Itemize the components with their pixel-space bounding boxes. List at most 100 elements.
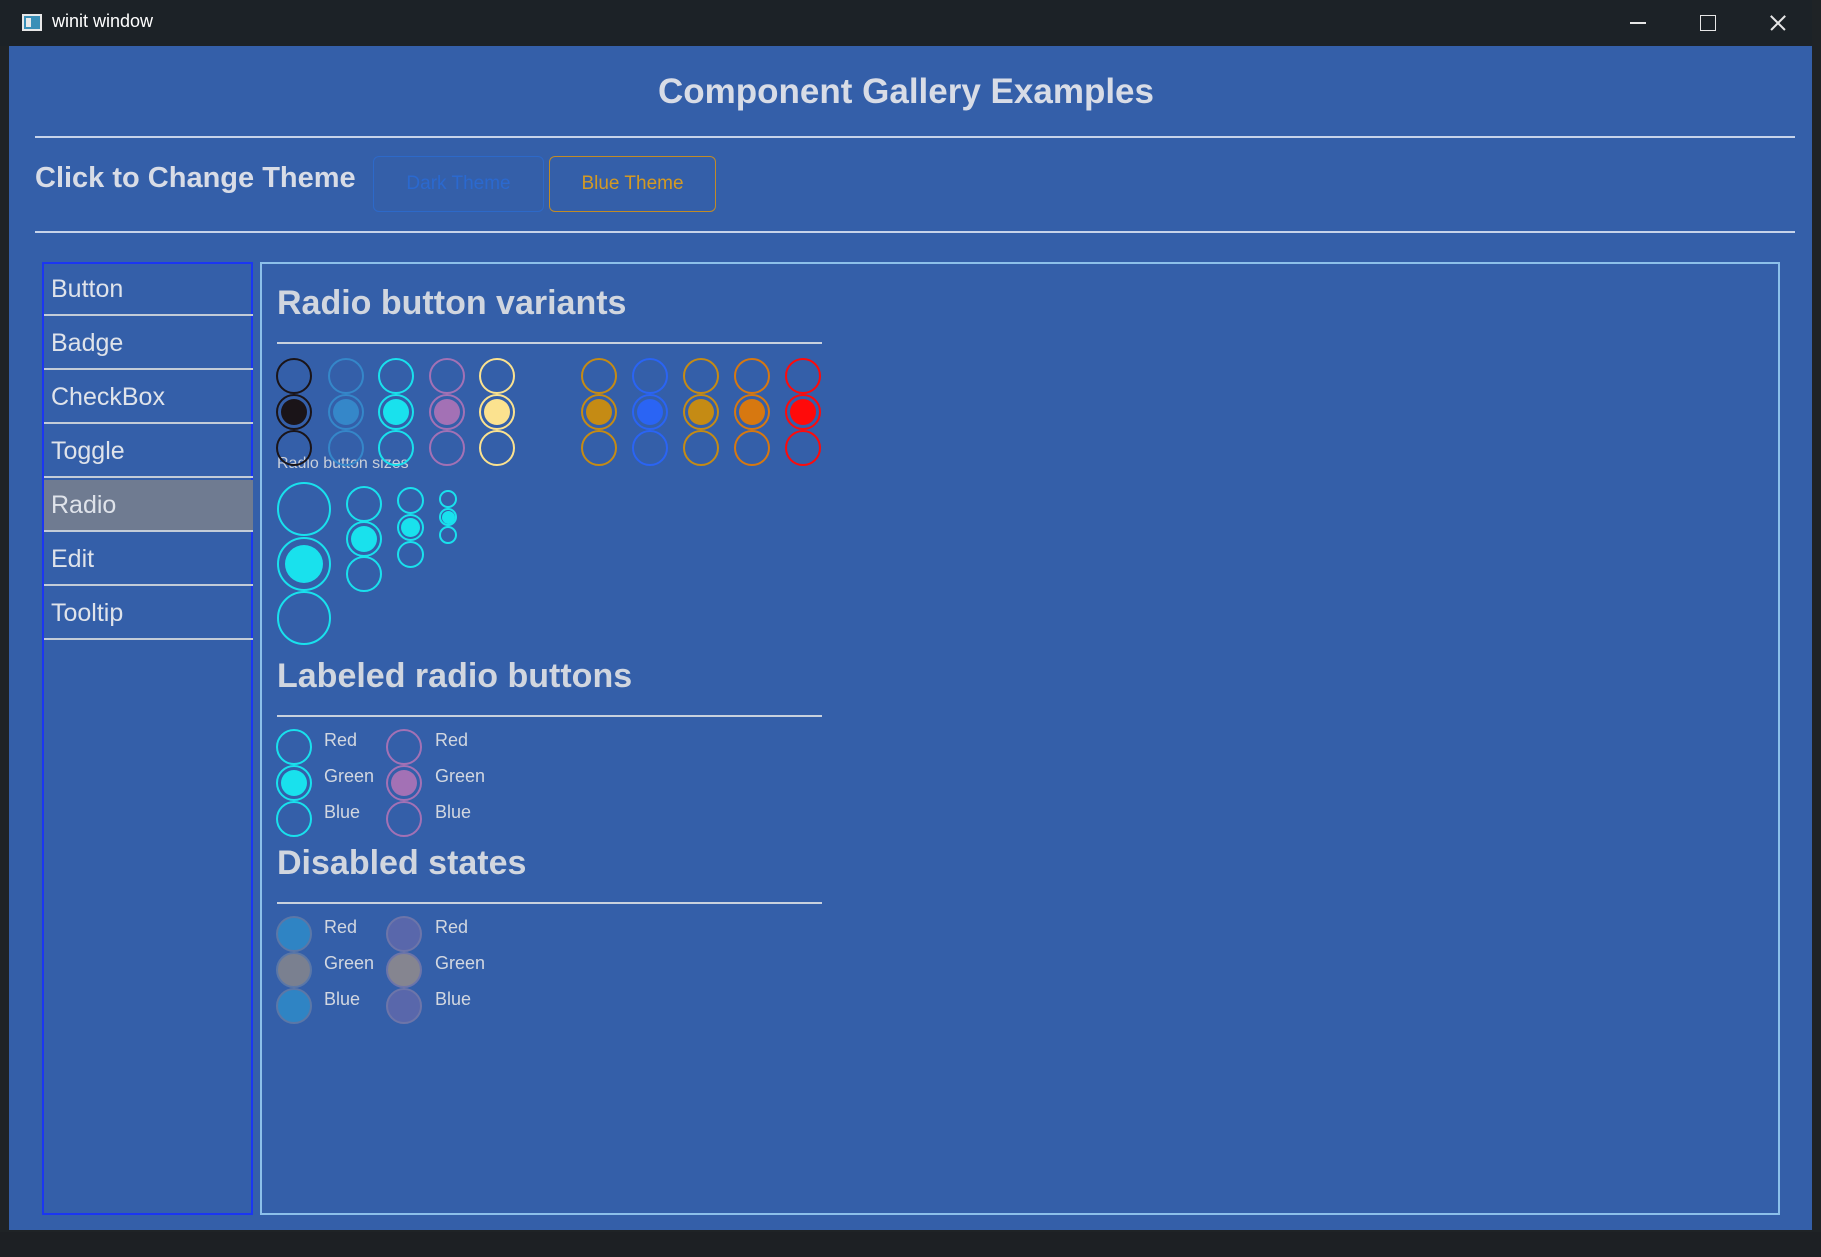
variant-radio[interactable] (632, 358, 668, 394)
variant-radio[interactable] (328, 394, 364, 430)
radio-selected-dot (484, 399, 510, 425)
size-radio[interactable] (396, 486, 424, 514)
labeled-radio-red[interactable] (386, 729, 422, 765)
sidebar-item-button[interactable]: Button (44, 264, 253, 316)
labeled-radio-green[interactable] (276, 765, 312, 801)
variant-radio[interactable] (785, 394, 821, 430)
variant-radio[interactable] (734, 430, 770, 466)
radio-label: Green (324, 766, 375, 786)
sidebar-item-checkbox[interactable]: CheckBox (44, 372, 253, 424)
component-sidebar: Button Badge CheckBox Toggle Radio Edit Toolti… (42, 262, 253, 1215)
section-divider (277, 715, 822, 717)
section-divider (277, 342, 822, 344)
variant-radio[interactable] (429, 358, 465, 394)
variant-radio[interactable] (378, 394, 414, 430)
variant-radio[interactable] (328, 358, 364, 394)
maximize-icon[interactable] (1672, 0, 1742, 46)
variant-radio[interactable] (734, 394, 770, 430)
app-window-icon (22, 14, 42, 31)
taskbar (0, 1232, 1821, 1257)
radio-label: Red (435, 730, 469, 750)
size-radio[interactable] (346, 521, 382, 557)
variant-radio[interactable] (429, 430, 465, 466)
labeled-radio-blue[interactable] (386, 801, 422, 837)
radio-label: Red (324, 917, 358, 937)
variant-radio[interactable] (734, 358, 770, 394)
size-radio[interactable] (346, 486, 382, 522)
variant-radio[interactable] (683, 394, 719, 430)
window-title: winit window (52, 11, 154, 31)
variant-radio[interactable] (581, 394, 617, 430)
radio-selected-dot (351, 526, 377, 552)
radio-selected-dot (285, 545, 323, 583)
radio-label: Green (324, 953, 375, 973)
variant-radio[interactable] (328, 430, 364, 466)
variant-radio[interactable] (479, 430, 515, 466)
disabled-radio-blue (276, 988, 312, 1024)
radio-selected-dot (400, 517, 420, 537)
variant-radio[interactable] (276, 358, 312, 394)
disabled-radio-green (276, 952, 312, 988)
radio-label: Green (435, 766, 486, 786)
radio-selected-dot (688, 399, 714, 425)
radio-selected-dot (281, 399, 307, 425)
variant-radio[interactable] (429, 394, 465, 430)
sidebar-item-badge[interactable]: Badge (44, 318, 253, 370)
disabled-radio-red (276, 916, 312, 952)
labeled-radio-red[interactable] (276, 729, 312, 765)
title-bar: winit window (0, 0, 1812, 46)
radio-selected-dot (281, 770, 307, 796)
size-radio[interactable] (396, 540, 424, 568)
radio-label: Blue (435, 989, 472, 1009)
radio-selected-dot (586, 399, 612, 425)
size-radio[interactable] (439, 490, 457, 508)
radio-label: Blue (324, 802, 361, 822)
labeled-radio-green[interactable] (386, 765, 422, 801)
section-title-disabled: Disabled states (277, 844, 527, 882)
section-divider (277, 902, 822, 904)
radio-label: Red (324, 730, 358, 750)
size-radio[interactable] (277, 591, 331, 645)
variant-radio[interactable] (632, 394, 668, 430)
sidebar-item-edit[interactable]: Edit (44, 534, 253, 586)
minimize-icon[interactable] (1602, 0, 1672, 46)
blue-theme-button[interactable]: Blue Theme (549, 156, 716, 212)
labeled-radio-blue[interactable] (276, 801, 312, 837)
size-radio[interactable] (439, 508, 457, 526)
radio-label: Blue (435, 802, 472, 822)
radio-selected-dot (739, 399, 765, 425)
variant-radio[interactable] (479, 394, 515, 430)
radio-label: Red (435, 917, 469, 937)
sidebar-item-toggle[interactable]: Toggle (44, 426, 253, 478)
section-title-labeled: Labeled radio buttons (277, 657, 633, 695)
close-icon[interactable] (1742, 0, 1812, 46)
radio-selected-dot (333, 399, 359, 425)
variant-radio[interactable] (632, 430, 668, 466)
dark-theme-button[interactable]: Dark Theme (373, 156, 544, 212)
variant-radio[interactable] (581, 358, 617, 394)
variant-radio[interactable] (378, 358, 414, 394)
header-divider (35, 136, 1795, 138)
variant-radio[interactable] (378, 430, 414, 466)
variant-radio[interactable] (683, 358, 719, 394)
size-radio[interactable] (346, 556, 382, 592)
page-heading: Component Gallery Examples (658, 72, 1154, 111)
sidebar-item-radio[interactable]: Radio (44, 480, 253, 532)
disabled-radio-blue (386, 988, 422, 1024)
theme-divider (35, 231, 1795, 233)
variant-radio[interactable] (479, 358, 515, 394)
size-radio[interactable] (396, 513, 424, 541)
variant-radio[interactable] (276, 394, 312, 430)
size-radio[interactable] (277, 482, 331, 536)
variant-radio[interactable] (785, 358, 821, 394)
variant-radio[interactable] (581, 430, 617, 466)
variant-radio[interactable] (785, 430, 821, 466)
size-radio[interactable] (277, 537, 331, 591)
disabled-radio-green (386, 952, 422, 988)
variant-radio[interactable] (276, 430, 312, 466)
size-radio[interactable] (439, 526, 457, 544)
sidebar-item-tooltip[interactable]: Tooltip (44, 588, 253, 640)
section-title-variants: Radio button variants (277, 284, 627, 322)
radio-selected-dot (434, 399, 460, 425)
variant-radio[interactable] (683, 430, 719, 466)
